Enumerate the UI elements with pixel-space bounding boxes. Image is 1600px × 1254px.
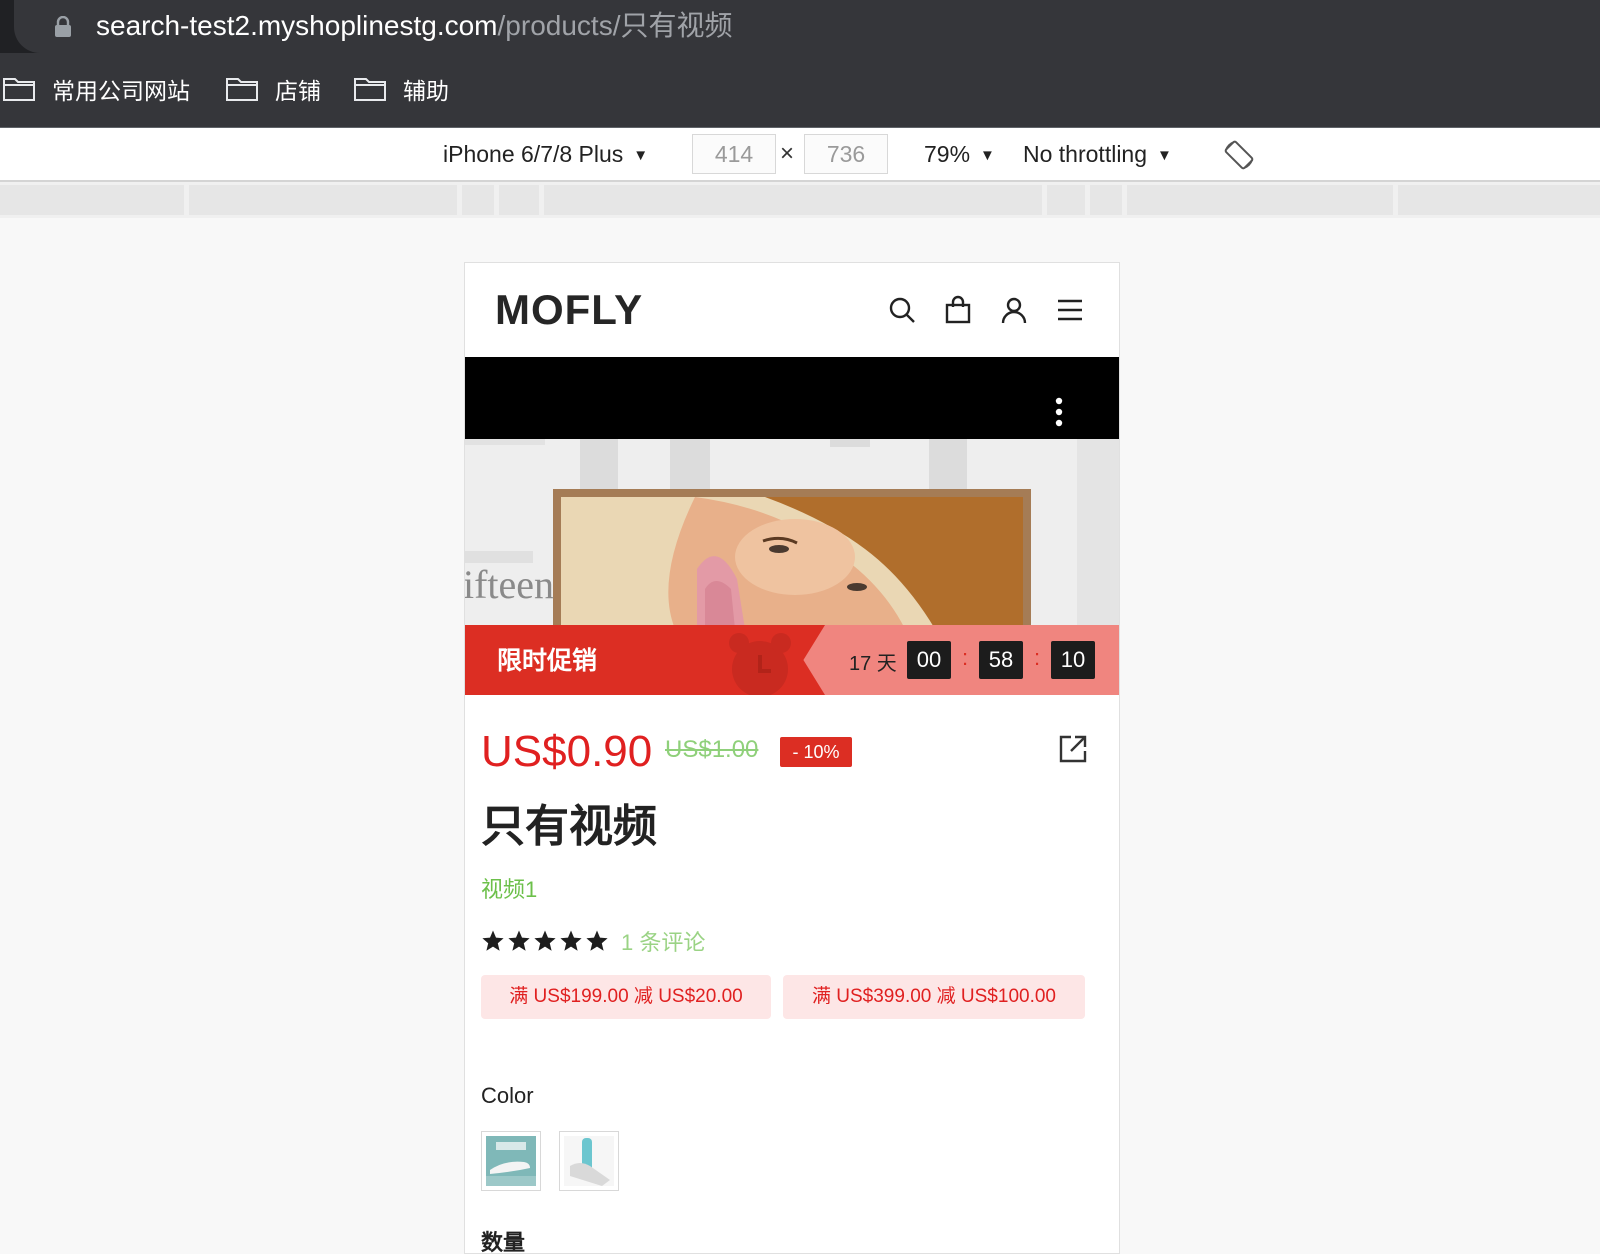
device-viewport: MOFLY ifteen 限时促销 17 天 00: 58: 10 US$0…: [464, 262, 1120, 1254]
color-swatch[interactable]: [559, 1131, 619, 1191]
folder-icon: [226, 78, 258, 101]
ruler-segment[interactable]: [1047, 185, 1085, 215]
star-icon: [508, 930, 530, 951]
countdown-separator: :: [962, 645, 969, 670]
folder-icon: [3, 78, 35, 101]
address-bar[interactable]: search-test2.myshoplinestg.com/products/…: [14, 0, 1600, 53]
more-options-icon[interactable]: [1055, 397, 1063, 427]
flash-sale-title: 限时促销: [497, 647, 598, 675]
countdown-minutes: 58: [979, 641, 1023, 679]
bookmark-folder-company-sites[interactable]: 常用公司网站: [2, 71, 190, 107]
review-count-link[interactable]: 1 条评论: [621, 925, 705, 957]
throttling-value: No throttling: [1023, 141, 1148, 167]
star-icon: [534, 930, 556, 951]
alarm-clock-icon: [729, 633, 791, 695]
coupon-tag[interactable]: 满 US$199.00 减 US$20.00: [481, 975, 771, 1019]
devtools-device-toolbar: iPhone 6/7/8 Plus ▼ 414 × 736 79% ▼ No thr…: [0, 128, 1600, 182]
color-option-label: Color: [481, 1083, 534, 1108]
dimension-separator: ×: [780, 140, 795, 167]
device-height-input[interactable]: 736: [804, 134, 888, 174]
ruler-segment[interactable]: [462, 185, 494, 215]
media-query-ruler: [0, 182, 1600, 218]
share-icon[interactable]: [1057, 733, 1089, 765]
device-name: iPhone 6/7/8 Plus: [443, 141, 624, 167]
star-icon: [560, 930, 582, 951]
ruler-segment[interactable]: [1127, 185, 1393, 215]
bookmark-label: 店铺: [275, 78, 321, 104]
bookmarks-bar: 常用公司网站 店铺 辅助: [0, 53, 1600, 128]
caret-down-icon: ▼: [633, 146, 649, 164]
ruler-segment[interactable]: [1090, 185, 1122, 215]
device-select[interactable]: iPhone 6/7/8 Plus ▼: [443, 138, 648, 172]
url-text[interactable]: search-test2.myshoplinestg.com/products/…: [96, 8, 732, 44]
url-path: /products/只有视频: [497, 10, 733, 41]
search-icon[interactable]: [887, 295, 917, 325]
folder-icon: [354, 78, 386, 101]
countdown-days: 17 天: [849, 653, 897, 675]
zoom-select[interactable]: 79% ▼: [924, 138, 995, 172]
store-header: MOFLY: [465, 263, 1119, 357]
rotate-icon[interactable]: [1222, 138, 1256, 172]
countdown-separator: :: [1034, 645, 1041, 670]
store-logo[interactable]: MOFLY: [495, 285, 643, 335]
price-row: US$0.90 US$1.00 - 10%: [481, 725, 1101, 779]
caret-down-icon: ▼: [980, 146, 995, 164]
throttling-select[interactable]: No throttling ▼: [1023, 138, 1172, 172]
hero-image-artwork: [465, 439, 1119, 629]
countdown-seconds: 10: [1051, 641, 1095, 679]
zoom-value: 79%: [924, 141, 971, 167]
flash-sale-banner: 限时促销 17 天 00 : 58 : 10: [465, 625, 1119, 695]
lock-icon[interactable]: [54, 16, 72, 38]
star-icon: [586, 930, 608, 951]
shopping-bag-icon[interactable]: [943, 295, 973, 325]
color-swatch[interactable]: [481, 1131, 541, 1191]
countdown-hours: 00: [907, 641, 951, 679]
ruler-segment[interactable]: [544, 185, 1042, 215]
caret-down-icon: ▼: [1157, 146, 1172, 164]
discount-badge: - 10%: [780, 737, 852, 767]
ruler-segment[interactable]: [189, 185, 457, 215]
swatch-thumbnail: [486, 1136, 536, 1186]
coupon-tag[interactable]: 满 US$399.00 减 US$100.00: [783, 975, 1085, 1019]
menu-icon[interactable]: [1055, 295, 1085, 325]
ruler-segment[interactable]: [0, 185, 184, 215]
bookmark-label: 常用公司网站: [52, 78, 190, 104]
original-price: US$1.00: [665, 736, 759, 763]
bookmark-folder-store[interactable]: 店铺: [225, 71, 321, 107]
swatch-thumbnail: [564, 1136, 614, 1186]
bookmark-label: 辅助: [403, 78, 449, 104]
product-title: 只有视频: [481, 802, 657, 851]
hero-image-text: ifteen: [465, 562, 555, 607]
quantity-label: 数量: [481, 1230, 526, 1254]
sale-price: US$0.90: [481, 727, 653, 776]
product-video[interactable]: [465, 357, 1119, 439]
star-icon: [482, 930, 504, 951]
ruler-segment[interactable]: [1398, 185, 1600, 215]
url-domain: search-test2.myshoplinestg.com: [96, 10, 498, 41]
product-hero-image[interactable]: ifteen: [465, 439, 1119, 629]
product-rating[interactable]: 1 条评论: [481, 925, 705, 957]
device-width-input[interactable]: 414: [692, 134, 776, 174]
product-tag[interactable]: 视频1: [481, 875, 537, 905]
browser-address-area: search-test2.myshoplinestg.com/products/…: [0, 0, 1600, 53]
flash-sale-label-area: 限时促销: [465, 625, 825, 695]
bookmark-folder-assist[interactable]: 辅助: [353, 71, 449, 107]
ruler-segment[interactable]: [499, 185, 539, 215]
user-icon[interactable]: [999, 295, 1029, 325]
